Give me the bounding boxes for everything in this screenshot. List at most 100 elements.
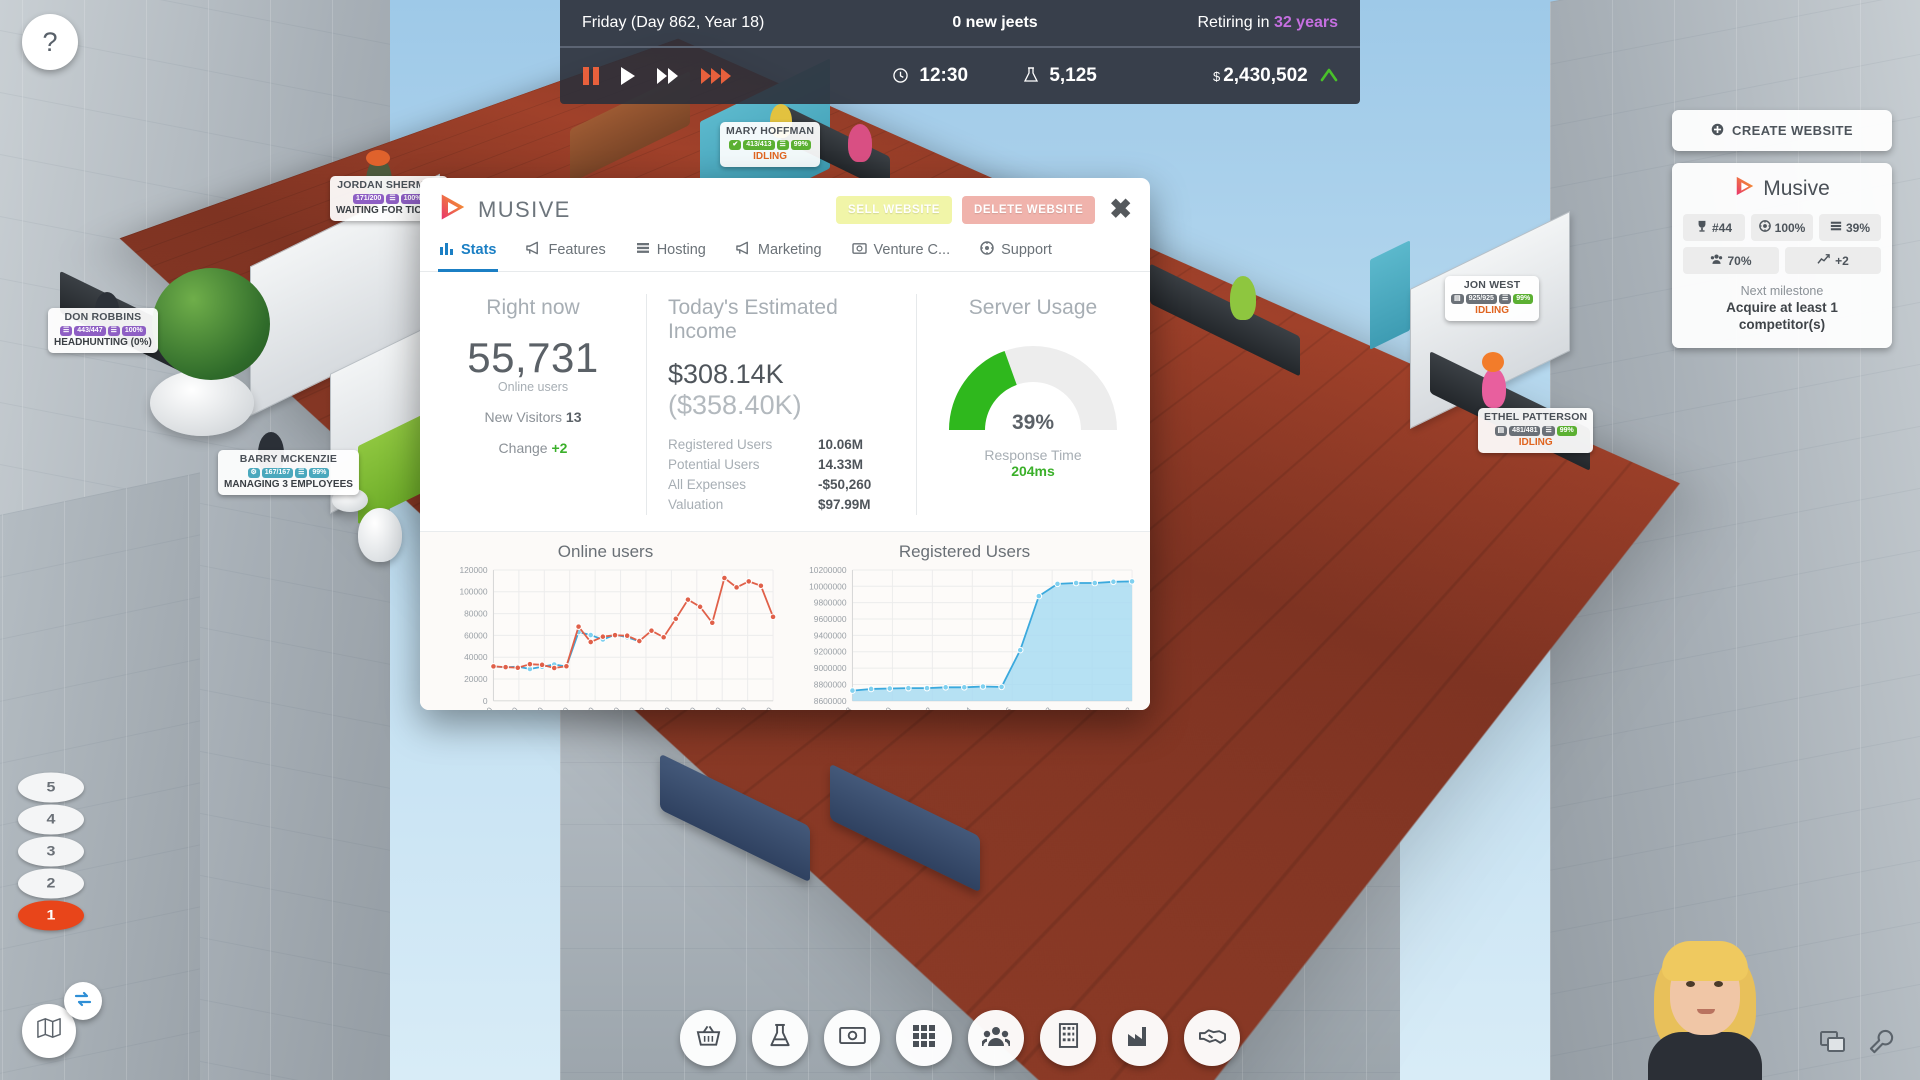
tab-stats[interactable]: Stats [438,233,499,272]
table-row: Potential Users 14.33M [668,457,894,472]
svg-text:06:00: 06:00 [549,705,571,710]
toolbar-deals-button[interactable] [1184,1010,1240,1066]
toolbar-employees-button[interactable] [968,1010,1024,1066]
online-users-label: Online users [497,379,569,394]
site-stat-rank-value: #44 [1711,220,1733,235]
chip: ☰ [107,325,120,336]
bottom-right-buttons [1816,1024,1898,1058]
modal-title: MUSIVE [478,196,571,222]
nameplate-ethel-patterson[interactable]: ETHEL PATTERSON ▤ 481/481 ☰ 99% IDLING [1478,408,1594,453]
toolbar-finance-button[interactable] [824,1010,880,1066]
floor-button-1[interactable]: 1 [18,900,84,931]
nameplate-barry-mckenzie[interactable]: BARRY MCKENZIE ⚙ 167/167 ☰ 99% MANAGING … [218,450,359,495]
site-stat-change-value: +2 [1835,253,1849,268]
factory-icon [1127,1025,1153,1052]
employee-character-6[interactable] [1230,276,1256,320]
employee-chips: ▤ 481/481 ☰ 99% [1484,425,1587,436]
svg-text:16:00: 16:00 [676,705,698,710]
employee-status: IDLING [1518,436,1553,448]
svg-text:Day 850: Day 850 [865,705,894,710]
play-icon[interactable] [620,66,636,86]
money-icon [838,1026,866,1050]
row-key: Registered Users [668,437,773,453]
right-now-card: Right now 55,731 Online users New Visito… [420,278,646,531]
screens-icon[interactable] [1816,1024,1850,1058]
tab-support[interactable]: Support [978,233,1054,272]
fastest-forward-icon[interactable] [700,66,734,86]
jeets-counter[interactable]: 0 new jeets [882,14,1108,32]
chip: 443/447 [74,325,106,336]
toolbar-research-button[interactable] [752,1010,808,1066]
toolbar-products-button[interactable] [896,1010,952,1066]
chip: 925/925 [1465,293,1497,304]
table-row: Registered Users 10.06M [668,437,894,452]
tab-hosting[interactable]: Hosting [634,233,708,272]
svg-text:60000: 60000 [464,630,488,640]
svg-text:10200000: 10200000 [809,565,847,575]
svg-text:100000: 100000 [459,587,487,597]
employee-name: JON WEST [1463,279,1521,291]
chip: ☰ [60,325,73,336]
megaphone-icon [736,241,751,259]
chip: ▤ [1494,425,1508,436]
floor-selector: 5 4 3 2 1 [18,770,84,931]
svg-text:8800000: 8800000 [814,679,847,689]
svg-text:Day 854: Day 854 [944,705,973,710]
site-stat-change: +2 [1785,247,1881,274]
row-key: All Expenses [668,477,747,493]
bottom-toolbar [680,1010,1240,1066]
delete-website-button[interactable]: DELETE WEBSITE [962,195,1096,224]
create-website-button[interactable]: CREATE WEBSITE [1672,110,1892,151]
game-time-value: 12:30 [919,65,969,86]
floor-button-3[interactable]: 3 [18,836,84,867]
sell-website-button[interactable]: SELL WEBSITE [836,195,953,224]
registered-users-chart-title: Registered Users [898,542,1031,562]
employee-character-5[interactable] [848,124,872,162]
toolbar-production-button[interactable] [1112,1010,1168,1066]
tree-planter [150,370,254,436]
help-button[interactable]: ? [22,14,78,70]
site-summary-card[interactable]: Musive #44 100% 39% 70% +2 Next mileston… [1672,163,1892,348]
tab-venture-capital[interactable]: Venture C... [850,233,953,272]
svg-text:9600000: 9600000 [814,614,847,624]
nameplate-jon-west[interactable]: JON WEST ▤ 925/925 ☰ 99% IDLING [1445,276,1540,321]
server-usage-gauge: 39% [938,332,1128,437]
currency-symbol: $ [1212,69,1221,84]
chip: 99% [1513,293,1534,304]
plus-circle-icon [1711,123,1732,138]
floor-button-5[interactable]: 5 [18,772,84,803]
player-avatar[interactable] [1640,935,1770,1080]
nameplate-don-robbins[interactable]: DON ROBBINS ☰ 443/447 ☰ 100% HEADHUNTING… [48,308,158,353]
row-key: Potential Users [668,457,760,473]
employee-character-7[interactable] [1482,368,1506,408]
floor-button-2[interactable]: 2 [18,868,84,899]
chip: 481/481 [1509,425,1541,436]
chip: ▤ [1451,293,1464,304]
floor-button-4[interactable]: 4 [18,804,84,835]
game-time: 12:30 [893,65,968,87]
income-max-value: ($358.40K) [668,390,802,421]
modal-header: MUSIVE SELL WEBSITE DELETE WEBSITE ✖ [420,178,1150,233]
tab-features[interactable]: Features [524,233,607,272]
svg-text:18:00: 18:00 [702,705,724,710]
wrench-icon[interactable] [1864,1024,1898,1058]
nameplate-mary-hoffman[interactable]: MARY HOFFMAN ✔ 413/413 ☰ 99% IDLING [720,122,821,167]
toolbar-company-button[interactable] [1040,1010,1096,1066]
svg-text:Day 858: Day 858 [1024,705,1053,710]
basket-icon [696,1024,721,1053]
change-label: Change [498,439,548,456]
toolbar-basket-button[interactable] [680,1010,736,1066]
svg-text:9000000: 9000000 [814,663,847,673]
rotate-view-button[interactable] [64,982,102,1020]
site-stat-rank: #44 [1683,214,1745,241]
hud-info-row: Friday (Day 862, Year 18) 0 new jeets Re… [560,0,1360,48]
tab-features-label: Features [548,242,606,258]
musive-play-icon [1734,175,1756,203]
employee-status: IDLING [1475,304,1510,316]
row-key: Valuation [668,497,724,513]
close-icon[interactable]: ✖ [1109,195,1132,222]
tab-marketing[interactable]: Marketing [734,233,824,272]
pause-icon[interactable] [582,66,600,86]
retirement-prefix: Retiring in [1197,14,1274,31]
fast-forward-icon[interactable] [656,66,680,86]
